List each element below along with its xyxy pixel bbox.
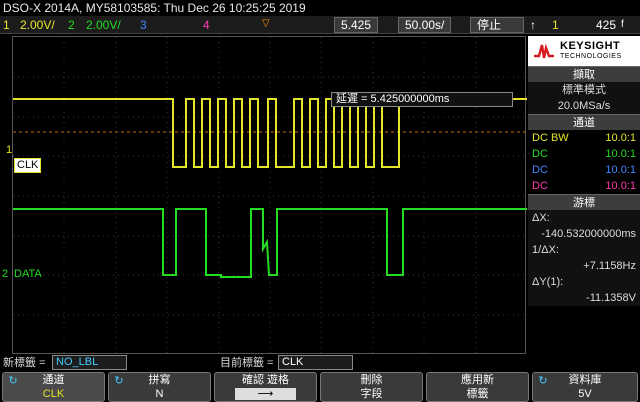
waveform-graticule <box>13 37 527 355</box>
trigger-source[interactable]: 1 <box>552 16 559 34</box>
channel-coupling: DC <box>532 148 548 160</box>
softkey-title: 刪除 <box>360 374 383 386</box>
ch4-number[interactable]: 4 <box>203 16 210 34</box>
trigger-position-icon: ▽ <box>262 18 270 29</box>
sample-rate: 20.0MSa/s <box>557 100 611 112</box>
waveform-display[interactable]: 延遲 = 5.425000000ms <box>12 36 527 355</box>
softkey-title: 通道 <box>42 374 65 386</box>
channel-row: DC 10.0:1 <box>528 146 640 162</box>
softkey-delete[interactable]: 刪除 字段 <box>320 372 423 402</box>
ch1-waveform <box>13 98 527 168</box>
softkey-value: 5V <box>578 388 592 400</box>
knob-icon: ↻ <box>538 375 548 387</box>
ch1-number[interactable]: 1 <box>3 16 10 34</box>
channel-list: DC BW 10.0:1 DC 10.0:1 DC 10.0:1 DC 10.0:1 <box>528 130 640 194</box>
inverse-delta-x-label: 1/ΔX: <box>532 244 559 256</box>
acquisition-info: 標準模式 20.0MSa/s <box>528 82 640 114</box>
softkey-spell[interactable]: ↻ 拼寫 N <box>108 372 211 402</box>
probe-ratio: 10.0:1 <box>605 148 636 160</box>
ch2-number[interactable]: 2 <box>68 16 75 34</box>
softkey-enter[interactable]: 確認 遊格 ⟶ <box>214 372 317 402</box>
current-label-title: 目前標籤 = <box>220 357 274 369</box>
trigger-icon: f <box>621 19 624 30</box>
softkey-value: 字段 <box>360 388 383 400</box>
softkey-channel[interactable]: ↻ 通道 CLK <box>2 372 105 402</box>
softkey-value: ⟶ <box>235 388 296 400</box>
keysight-wave-icon <box>534 43 554 59</box>
probe-ratio: 10.0:1 <box>605 164 636 176</box>
acquisition-header: 擷取 <box>528 66 640 82</box>
delay-readout[interactable]: 延遲 = 5.425000000ms <box>331 92 513 107</box>
ch3-number[interactable]: 3 <box>140 16 147 34</box>
delta-y-value: -11.1358V <box>586 292 636 304</box>
channel-row: DC 10.0:1 <box>528 162 640 178</box>
acquisition-mode: 標準模式 <box>562 84 606 96</box>
brand-sub: TECHNOLOGIES <box>560 53 622 60</box>
cursors-header: 游標 <box>528 194 640 210</box>
label-editor-bar: 新標籤 = NO_LBL 目前標籤 = CLK <box>0 355 640 371</box>
ch2-scale[interactable]: 2.00V/ <box>86 16 121 34</box>
channel-coupling: DC <box>532 164 548 176</box>
ch2-ground-marker[interactable]: 2 <box>2 268 8 280</box>
probe-ratio: 10.0:1 <box>605 132 636 144</box>
trigger-edge-icon: ↑ <box>530 18 536 32</box>
new-label-title: 新標籤 = <box>3 357 46 369</box>
channel-row: DC 10.0:1 <box>528 178 640 194</box>
keysight-logo: KEYSIGHT TECHNOLOGIES <box>528 36 640 66</box>
sidebar: KEYSIGHT TECHNOLOGIES 擷取 標準模式 20.0MSa/s … <box>528 36 640 354</box>
new-label-input[interactable]: NO_LBL <box>52 355 127 370</box>
softkey-value: CLK <box>42 388 65 400</box>
ch2-label-data[interactable]: DATA <box>14 268 42 280</box>
time-scale[interactable]: 50.00s/ <box>398 17 452 33</box>
window-title: DSO-X 2014A, MY58103585: Thu Dec 26 10:2… <box>0 0 640 16</box>
delta-x-value: -140.532000000ms <box>541 228 636 240</box>
softkey-value: 標籤 <box>466 388 489 400</box>
ch1-scale[interactable]: 2.00V/ <box>20 16 55 34</box>
ch1-label-clk[interactable]: CLK <box>14 158 42 173</box>
softkey-library[interactable]: ↻ 資料庫 5V <box>532 372 638 402</box>
channel-row: DC BW 10.0:1 <box>528 130 640 146</box>
knob-icon: ↻ <box>114 375 124 387</box>
softkey-title: 應用新 <box>461 374 494 386</box>
probe-ratio: 10.0:1 <box>605 180 636 192</box>
knob-icon: ↻ <box>8 375 18 387</box>
delta-y-label: ΔY(1): <box>532 276 564 288</box>
delta-x-label: ΔX: <box>532 212 550 224</box>
softkey-title: 拼寫 <box>148 374 171 386</box>
time-position[interactable]: 5.425 <box>334 17 379 33</box>
run-state[interactable]: 停止 <box>470 17 524 33</box>
inverse-delta-x-value: +7.1158Hz <box>583 260 636 272</box>
cursor-readouts: ΔX: -140.532000000ms 1/ΔX: +7.1158Hz ΔY(… <box>528 210 640 306</box>
channel-bar: 1 2.00V/ 2 2.00V/ 3 4 ▽ 5.425 50.00s/ 停止… <box>0 16 640 34</box>
softkey-title: 資料庫 <box>568 374 602 386</box>
softkey-bar: ↻ 通道 CLK ↻ 拼寫 N 確認 遊格 ⟶ 刪除 字段 應用新 標籤 ↻ 資… <box>0 371 640 402</box>
current-label-value: CLK <box>278 355 353 370</box>
softkey-value: N <box>155 388 164 400</box>
ch1-ground-marker[interactable]: 1 <box>6 144 12 156</box>
channel-coupling: DC BW <box>532 132 569 144</box>
ch2-waveform <box>13 208 527 278</box>
channels-header: 通道 <box>528 114 640 130</box>
softkey-title: 確認 遊格 <box>241 374 290 386</box>
channel-coupling: DC <box>532 180 548 192</box>
softkey-apply-new-label[interactable]: 應用新 標籤 <box>426 372 529 402</box>
brand-name: KEYSIGHT <box>560 40 621 52</box>
trigger-level[interactable]: 425 <box>596 16 616 34</box>
